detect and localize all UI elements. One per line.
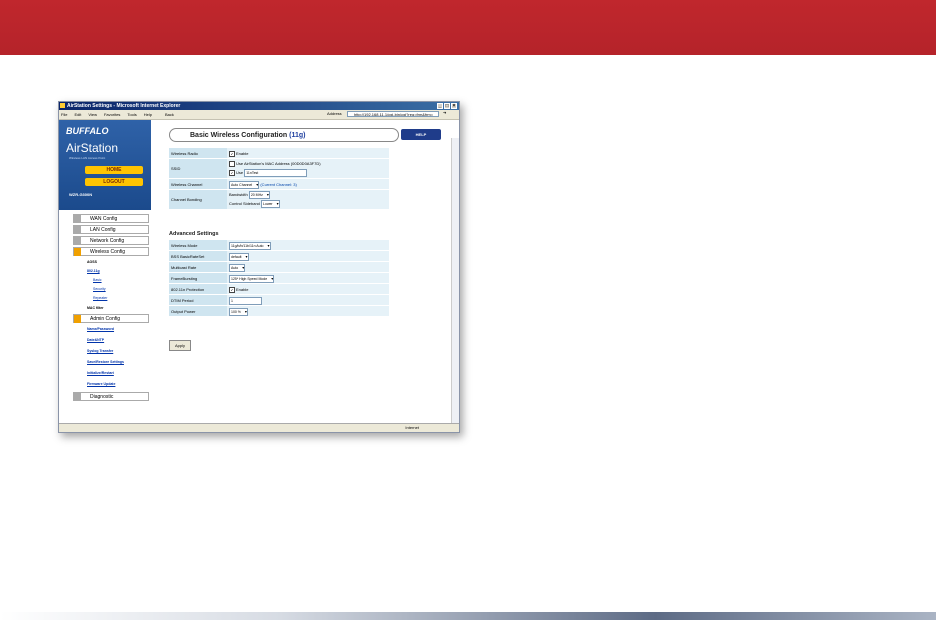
ssid-input[interactable]: 11nTest: [244, 168, 308, 177]
address-label: Address: [327, 111, 342, 116]
sidebar: BUFFALO AirStation Wireless LAN Access P…: [59, 120, 151, 424]
address-input[interactable]: http://192.168.11.1/cgi-bin/cgi?req=frm&…: [347, 111, 439, 117]
menu-tools[interactable]: Tools: [127, 112, 136, 117]
mode-select[interactable]: 11g/b/b/11b/11n Auto: [229, 241, 271, 250]
bonding-label: Channel Bonding: [169, 190, 227, 210]
framebursting-label: FrameBursting: [169, 273, 227, 284]
sideband-label: Control Sideband: [229, 201, 260, 206]
buffalo-logo: BUFFALO: [66, 126, 109, 136]
dtim-input[interactable]: 1: [229, 296, 262, 305]
menu-bar: File Edit View Favorites Tools Help Back…: [59, 110, 459, 120]
bss-label: BSS BasicRateSet: [169, 251, 227, 262]
protection-enable-label: Enable: [236, 287, 249, 292]
radio-enable-checkbox[interactable]: ✔: [229, 150, 235, 157]
multicast-label: Multicast Rate: [169, 262, 227, 273]
menu-wan-config[interactable]: WAN Config: [73, 214, 149, 223]
footer-bar: [0, 612, 936, 620]
ssid-use-radio[interactable]: ✔: [229, 169, 235, 176]
current-channel-note: (Current Channel: 3): [260, 182, 297, 187]
sub-firmware-update[interactable]: Firmware Update: [87, 382, 115, 386]
menu-edit[interactable]: Edit: [74, 112, 81, 117]
window-titlebar: AirStation Settings - Microsoft Internet…: [59, 102, 459, 110]
menu-admin-config[interactable]: Admin Config: [73, 314, 149, 323]
sub-80211g[interactable]: 802.11g: [87, 269, 100, 273]
bss-select[interactable]: default: [229, 252, 249, 261]
status-zone: Internet: [405, 425, 419, 430]
sub-name-password[interactable]: Name/Password: [87, 327, 114, 331]
sub-basic[interactable]: Basic: [93, 278, 102, 282]
window-title: AirStation Settings - Microsoft Internet…: [67, 103, 181, 109]
go-icon[interactable]: ➔: [443, 110, 446, 115]
sub-initialize-restart[interactable]: Initialize/Restart: [87, 371, 114, 375]
sub-mac-filter[interactable]: MAC filter: [87, 306, 104, 310]
menu-help[interactable]: Help: [144, 112, 152, 117]
help-button[interactable]: HELP: [401, 129, 441, 140]
model-name: WZR-G300N: [69, 192, 93, 197]
sub-aoss[interactable]: AOSS: [87, 260, 97, 264]
protection-checkbox[interactable]: ✔: [229, 286, 235, 293]
logout-button[interactable]: LOGOUT: [85, 178, 143, 186]
apply-button[interactable]: Apply: [169, 340, 191, 351]
brand-panel: BUFFALO AirStation Wireless LAN Access P…: [59, 120, 151, 210]
maximize-button[interactable]: □: [444, 103, 450, 109]
page-title: Basic Wireless Configuration (11g): [169, 128, 399, 142]
sideband-select[interactable]: Lower: [261, 199, 280, 208]
menu-view[interactable]: View: [88, 112, 97, 117]
ssid-use-option: Use: [236, 170, 244, 175]
sub-save-restore[interactable]: Save/Restore Settings: [87, 360, 124, 364]
power-select[interactable]: 100 %: [229, 307, 248, 316]
sub-syslog[interactable]: Syslog Transfer: [87, 349, 113, 353]
advanced-settings-table: Wireless Mode 11g/b/b/11b/11n Auto BSS B…: [169, 240, 389, 317]
mode-label: Wireless Mode: [169, 240, 227, 251]
bandwidth-select[interactable]: 20 MHz: [248, 190, 270, 199]
product-tagline: Wireless LAN Access Point: [69, 156, 106, 160]
close-button[interactable]: ×: [451, 103, 457, 109]
advanced-settings-heading: Advanced Settings: [169, 231, 219, 237]
channel-select[interactable]: Auto Channel: [229, 180, 260, 189]
menu-file[interactable]: File: [61, 112, 67, 117]
menu-wireless-config[interactable]: Wireless Config: [73, 247, 149, 256]
menu-network-config[interactable]: Network Config: [73, 236, 149, 245]
power-label: Output Power: [169, 306, 227, 317]
bandwidth-label: Bandwidth: [229, 192, 248, 197]
multicast-select[interactable]: Auto: [229, 263, 246, 272]
sub-repeater[interactable]: Repeater: [93, 296, 107, 300]
menu-diagnostic[interactable]: Diagnostic: [73, 392, 149, 401]
ssid-mac-radio[interactable]: [229, 160, 235, 167]
framebursting-select[interactable]: 125* High Speed Mode: [229, 274, 275, 283]
browser-window: AirStation Settings - Microsoft Internet…: [58, 101, 460, 433]
home-button[interactable]: HOME: [85, 166, 143, 174]
status-bar: Internet: [59, 423, 459, 432]
minimize-button[interactable]: _: [437, 103, 443, 109]
sub-security[interactable]: Security: [93, 287, 106, 291]
header-banner: [0, 0, 936, 55]
ie-icon: [60, 103, 65, 108]
menu-favorites[interactable]: Favorites: [104, 112, 120, 117]
protection-label: 802.11n Protection: [169, 284, 227, 295]
ssid-mac-option: Use AirStation's MAC Address (00D0D0A3F7…: [236, 161, 321, 166]
dtim-label: DTIM Period: [169, 295, 227, 306]
ssid-label: SSID: [169, 159, 227, 179]
basic-settings-table: Wireless Radio ✔ Enable SSID Use AirStati…: [169, 148, 389, 210]
menu-lan-config[interactable]: LAN Config: [73, 225, 149, 234]
product-name: AirStation: [66, 141, 119, 155]
back-button[interactable]: Back: [165, 112, 174, 117]
scrollbar[interactable]: [451, 138, 459, 432]
sub-date-ntp[interactable]: Date&NTP: [87, 338, 104, 342]
channel-label: Wireless Channel: [169, 179, 227, 190]
radio-enable-label: Enable: [236, 151, 249, 156]
radio-label: Wireless Radio: [169, 148, 227, 159]
